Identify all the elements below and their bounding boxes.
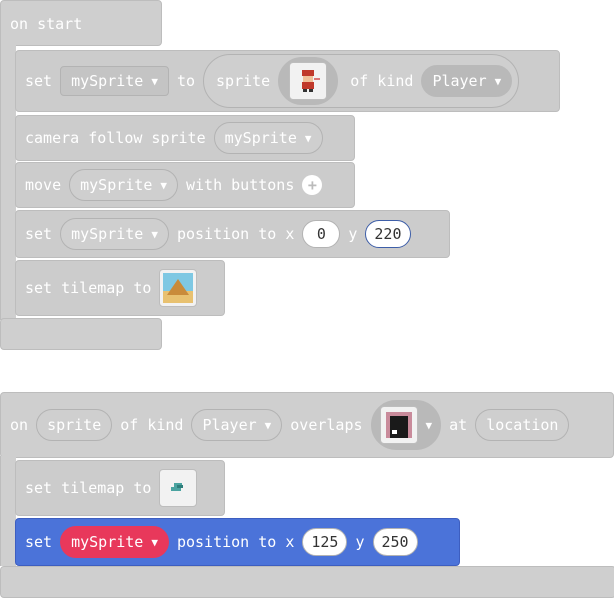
set-tilemap-label: set tilemap to xyxy=(25,279,152,297)
tilemap-small-icon[interactable] xyxy=(159,469,198,507)
caret-down-icon: ▼ xyxy=(494,74,502,88)
caret-down-icon: ▼ xyxy=(264,418,272,432)
of-kind-label: of kind xyxy=(350,72,414,90)
overlap-left-rail xyxy=(0,456,16,566)
kind-dropdown[interactable]: Player ▼ xyxy=(191,409,283,441)
overlap-set-tilemap-block[interactable]: set tilemap to xyxy=(15,460,225,516)
player-sprite-icon[interactable] xyxy=(289,62,328,100)
on-start-footer xyxy=(0,318,162,350)
move-block[interactable]: move mySprite ▼ with buttons + xyxy=(15,162,355,208)
overlap-footer xyxy=(0,566,614,598)
position-var-dropdown[interactable]: mySprite ▼ xyxy=(60,526,169,558)
at-label: at xyxy=(449,416,468,434)
caret-down-icon: ▼ xyxy=(151,535,158,549)
set-tilemap-label: set tilemap to xyxy=(25,479,152,497)
y-label: y xyxy=(348,225,358,243)
caret-down-icon: ▼ xyxy=(425,418,433,432)
set-sprite-block[interactable]: set mySprite ▼ to sprite of kind Player … xyxy=(15,50,560,112)
camera-var-dropdown[interactable]: mySprite ▼ xyxy=(213,122,323,154)
set-position-block[interactable]: set mySprite ▼ position to x 0 y 220 xyxy=(15,210,450,258)
with-buttons-label: with buttons xyxy=(186,176,295,194)
sprite-image-slot[interactable] xyxy=(278,57,339,105)
tile-dropdown[interactable]: ▼ xyxy=(370,400,442,450)
sprite-var-pill[interactable]: sprite xyxy=(36,409,113,441)
x-value-input[interactable]: 0 xyxy=(302,220,341,248)
location-var-pill[interactable]: location xyxy=(475,409,570,441)
set-label: set xyxy=(25,225,53,243)
set-label: set xyxy=(25,72,53,90)
tilemap-desert-icon[interactable] xyxy=(159,269,198,307)
overlap-set-position-block[interactable]: set mySprite ▼ position to x 125 y 250 xyxy=(15,518,460,566)
position-to-x-label: position to x xyxy=(176,533,295,551)
to-label: to xyxy=(176,72,196,90)
position-var-dropdown[interactable]: mySprite ▼ xyxy=(60,218,169,250)
sprite-label: sprite xyxy=(216,72,271,90)
caret-down-icon: ▼ xyxy=(151,227,158,241)
move-label: move xyxy=(25,176,62,194)
plus-circle-icon[interactable]: + xyxy=(302,175,323,195)
set-tilemap-block[interactable]: set tilemap to xyxy=(15,260,225,316)
set-label: set xyxy=(25,533,53,551)
on-label: on xyxy=(10,416,29,434)
caret-down-icon: ▼ xyxy=(151,74,158,88)
overlaps-label: overlaps xyxy=(290,416,363,434)
on-start-left-rail xyxy=(0,40,16,320)
sprite-var-dropdown[interactable]: mySprite ▼ xyxy=(60,66,169,96)
move-var-dropdown[interactable]: mySprite ▼ xyxy=(69,169,178,201)
sprite-of-kind-slot[interactable]: sprite of kind Player ▼ xyxy=(203,54,520,108)
of-kind-label: of kind xyxy=(120,416,184,434)
tile-door-icon[interactable] xyxy=(379,406,418,444)
caret-down-icon: ▼ xyxy=(160,178,167,192)
camera-follow-label: camera follow sprite xyxy=(25,129,206,147)
on-start-label: on start xyxy=(10,15,83,33)
y-value-input[interactable]: 220 xyxy=(365,220,411,248)
overlap-hat[interactable]: on sprite of kind Player ▼ overlaps ▼ at… xyxy=(0,392,614,458)
x-value-input[interactable]: 125 xyxy=(302,528,348,556)
y-value-input[interactable]: 250 xyxy=(372,528,418,556)
camera-follow-block[interactable]: camera follow sprite mySprite ▼ xyxy=(15,115,355,161)
caret-down-icon: ▼ xyxy=(304,131,312,145)
kind-dropdown[interactable]: Player ▼ xyxy=(421,65,513,97)
position-to-x-label: position to x xyxy=(176,225,295,243)
y-label: y xyxy=(355,533,365,551)
on-start-hat[interactable]: on start xyxy=(0,0,162,46)
